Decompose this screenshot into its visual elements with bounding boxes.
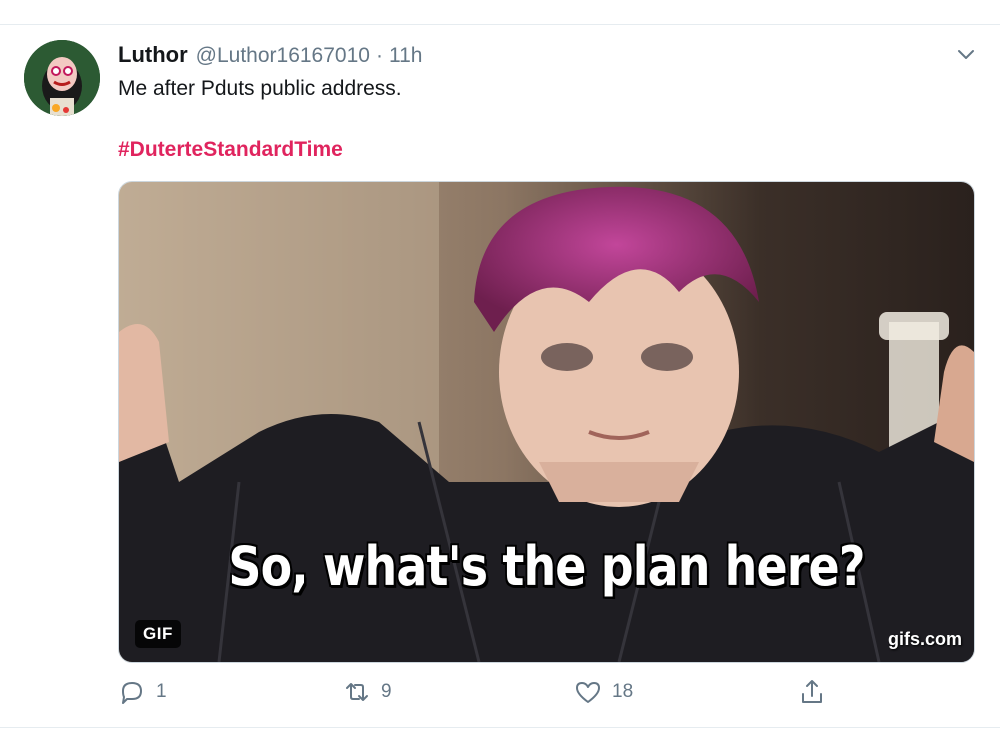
tweet-actions: 1 9 18 (0, 678, 1000, 708)
heart-icon (576, 682, 600, 703)
share-icon (802, 680, 822, 703)
chevron-down-icon[interactable] (952, 40, 980, 68)
retweet-count: 9 (381, 681, 392, 702)
bottom-divider (0, 727, 1000, 728)
share-button[interactable] (798, 678, 826, 706)
timestamp[interactable]: 11h (389, 44, 422, 68)
hashtag-link[interactable]: #DuterteStandardTime (118, 137, 343, 163)
like-button[interactable]: 18 (574, 678, 633, 706)
gif-watermark: gifs.com (887, 629, 962, 649)
tweet-header: Luthor @Luthor16167010 · 11h (118, 42, 422, 72)
reply-icon (122, 682, 142, 704)
reply-count: 1 (156, 681, 167, 702)
gif-badge: GIF (135, 620, 181, 648)
reply-button[interactable]: 1 (118, 678, 167, 706)
author-handle[interactable]: @Luthor16167010 (196, 44, 370, 68)
author-name[interactable]: Luthor (118, 42, 188, 68)
tweet-text: Me after Pduts public address. (118, 77, 402, 100)
retweet-button[interactable]: 9 (343, 678, 392, 706)
like-count: 18 (612, 681, 634, 702)
gif-caption: So, what's the plan here? (228, 535, 865, 598)
avatar[interactable] (24, 40, 100, 116)
separator-dot: · (375, 44, 383, 67)
top-divider (0, 24, 1000, 25)
retweet-icon (346, 683, 368, 701)
gif-media[interactable]: So, what's the plan here? GIF gifs.com (118, 181, 975, 663)
